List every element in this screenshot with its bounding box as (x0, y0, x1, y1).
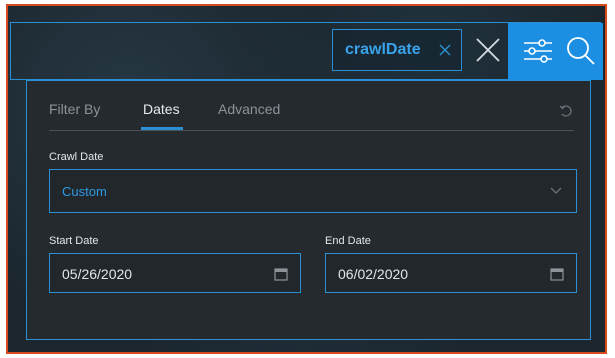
filter-chip[interactable]: crawlDate (332, 29, 462, 71)
start-date-label: Start Date (49, 235, 99, 247)
crawl-date-select[interactable]: Custom (49, 169, 577, 213)
tab-divider (49, 130, 574, 131)
crawl-date-label: Crawl Date (49, 151, 104, 163)
window-frame: crawlDate Filter By Dates Advanced Crawl… (6, 4, 607, 354)
start-date-input[interactable]: 05/26/2020 (49, 253, 301, 293)
filter-sliders-icon (524, 39, 552, 63)
tab-dates[interactable]: Dates (143, 101, 180, 117)
end-date-label: End Date (325, 235, 371, 247)
close-button[interactable] (471, 28, 505, 72)
chevron-down-icon (550, 187, 562, 194)
calendar-icon[interactable] (274, 267, 288, 281)
filter-toggle-button[interactable] (508, 23, 603, 80)
filter-tabs: Filter By Dates Advanced (27, 81, 590, 133)
filter-panel: Filter By Dates Advanced Crawl Date Cust… (26, 80, 591, 340)
tab-advanced[interactable]: Advanced (218, 101, 280, 117)
crawl-date-value: Custom (62, 184, 107, 199)
start-date-value: 05/26/2020 (62, 266, 133, 282)
end-date-value: 06/02/2020 (338, 266, 409, 282)
search-bar: crawlDate (10, 22, 603, 80)
tab-filter-by[interactable]: Filter By (49, 101, 100, 117)
calendar-icon[interactable] (550, 267, 564, 281)
search-icon[interactable] (563, 33, 599, 69)
close-icon (476, 38, 500, 62)
reset-icon[interactable] (558, 103, 574, 119)
end-date-input[interactable]: 06/02/2020 (325, 253, 577, 293)
chip-remove-icon[interactable] (437, 42, 453, 58)
filter-chip-label: crawlDate (345, 41, 421, 58)
